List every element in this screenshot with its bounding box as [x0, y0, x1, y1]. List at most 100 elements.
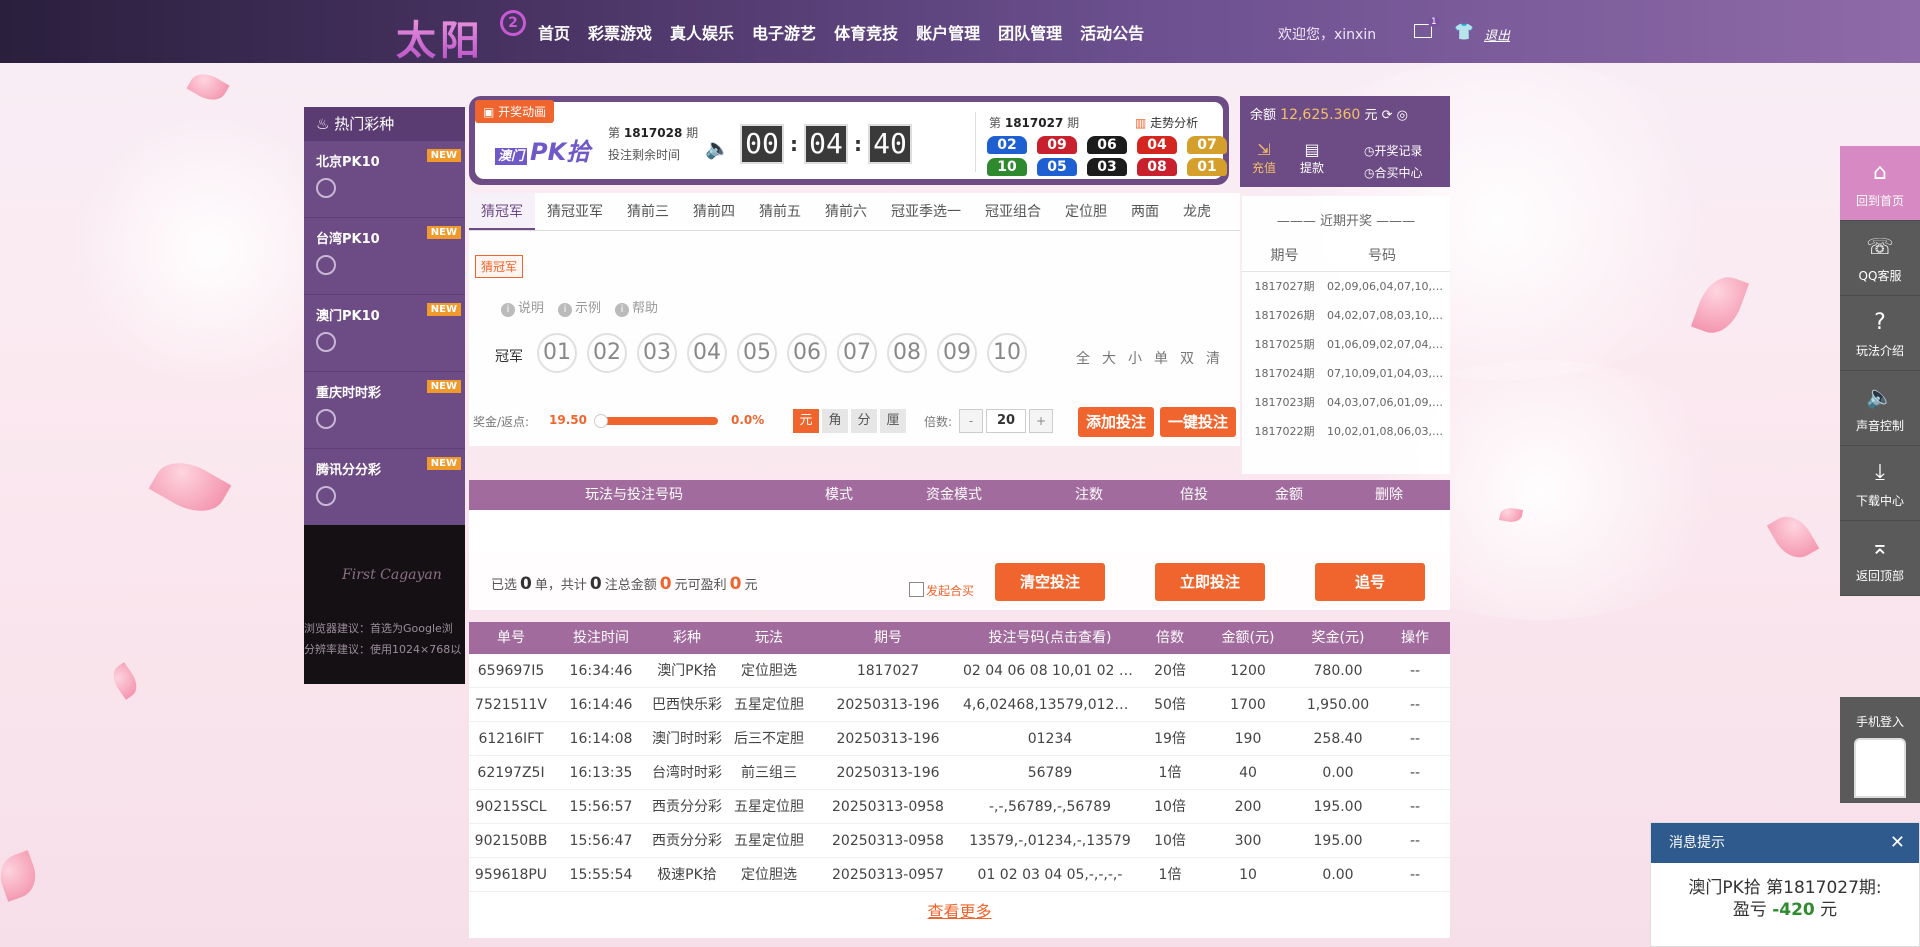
rules-button[interactable]: ? 玩法介绍	[1840, 296, 1920, 371]
tab-guess-top2[interactable]: 猜冠亚军	[535, 193, 615, 230]
multiplier-input[interactable]: 20	[986, 409, 1026, 433]
quick-odd[interactable]: 单	[1154, 348, 1168, 368]
nav-item-slots[interactable]: 电子游艺	[752, 20, 816, 44]
tab-guess-top5[interactable]: 猜前五	[747, 193, 813, 230]
divider	[975, 112, 976, 172]
sidebar-radio[interactable]	[316, 486, 336, 506]
sidebar-radio[interactable]	[316, 255, 336, 275]
nav-item-promotions[interactable]: 活动公告	[1080, 20, 1144, 44]
close-icon[interactable]: ✕	[1890, 823, 1905, 863]
tab-guess-top6[interactable]: 猜前六	[813, 193, 879, 230]
table-row[interactable]: 7521511V 16:14:46 巴西快乐彩 五星定位胆 20250313-196 4,…	[469, 688, 1450, 722]
multiplier-plus[interactable]: +	[1029, 409, 1053, 433]
tab-guess-top3[interactable]: 猜前三	[615, 193, 681, 230]
sidebar-item-beijing-pk10[interactable]: 北京PK10 NEW	[304, 141, 465, 218]
nav-item-live-casino[interactable]: 真人娱乐	[670, 20, 734, 44]
draw-history-link[interactable]: ◷开奖记录	[1364, 140, 1423, 162]
number-ball[interactable]: 04	[687, 333, 727, 373]
rebate-slider[interactable]	[594, 414, 718, 428]
table-row[interactable]: 959618PU 15:55:54 极速PK拾 定位胆选 20250313-0957 01…	[469, 858, 1450, 892]
tab-pick-one[interactable]: 冠亚季选一	[879, 193, 973, 230]
unit-fen[interactable]: 分	[851, 409, 877, 433]
draw-panel: ▣ 开奖动画 澳门 PK拾 第 1817028 期 投注剩余时间 🔈 00 : 0…	[469, 96, 1229, 185]
petal-decoration	[107, 662, 143, 700]
sidebar-item-chongqing-ssc[interactable]: 重庆时时彩 NEW	[304, 372, 465, 449]
table-row[interactable]: 659697I5 16:34:46 澳门PK拾 定位胆选 1817027 02 04 06…	[469, 654, 1450, 688]
help-link[interactable]: 帮助	[615, 297, 658, 317]
promo-banner[interactable]: First Cagayan 浏览器建议：首选为Google浏 分辨率建议：使用1…	[304, 525, 465, 684]
draw-animation-button[interactable]: ▣ 开奖动画	[475, 100, 555, 123]
quick-even[interactable]: 双	[1180, 348, 1194, 368]
sidebar-item-taiwan-pk10[interactable]: 台湾PK10 NEW	[304, 218, 465, 295]
unit-jiao[interactable]: 角	[822, 409, 848, 433]
number-ball[interactable]: 10	[987, 333, 1027, 373]
table-row[interactable]: 90215SCL 15:56:57 西贡分分彩 五星定位胆 20250313-0958-…	[469, 790, 1450, 824]
logout-link[interactable]: 退出	[1484, 25, 1510, 44]
back-home-button[interactable]: ⌂ 回到首页	[1840, 146, 1920, 221]
sidebar-item-tencent-ffc[interactable]: 腾讯分分彩 NEW	[304, 449, 465, 526]
group-buy-link[interactable]: ◷合买中心	[1364, 162, 1423, 184]
number-ball[interactable]: 09	[937, 333, 977, 373]
view-more-link[interactable]: 查看更多	[469, 892, 1450, 938]
number-ball[interactable]: 01	[537, 333, 577, 373]
shirt-icon[interactable]: 👕	[1454, 22, 1474, 41]
back-to-top-button[interactable]: ⌅ 返回顶部	[1840, 521, 1920, 596]
refresh-icon[interactable]: ⟳	[1382, 108, 1393, 123]
tab-guess-champion[interactable]: 猜冠军	[469, 193, 535, 230]
add-bet-button[interactable]: 添加投注	[1078, 407, 1154, 437]
deposit-button[interactable]: ⇲ 充值	[1240, 140, 1288, 176]
example-link[interactable]: 示例	[558, 297, 601, 317]
play-subtag[interactable]: 猜冠军	[475, 255, 524, 278]
quick-small[interactable]: 小	[1128, 348, 1142, 368]
table-row[interactable]: 902150BB 15:56:47 西贡分分彩 五星定位胆 20250313-0958 1…	[469, 824, 1450, 858]
quick-big[interactable]: 大	[1102, 348, 1116, 368]
mobile-login-panel[interactable]: 手机登入	[1840, 697, 1920, 803]
table-row[interactable]: 61216IFT 16:14:08 澳门时时彩 后三不定胆 20250313-196 01…	[469, 722, 1450, 756]
nav-item-home[interactable]: 首页	[538, 20, 570, 44]
quick-clear[interactable]: 清	[1206, 348, 1220, 368]
number-ball[interactable]: 07	[837, 333, 877, 373]
hide-eye-icon[interactable]: ◎	[1397, 108, 1408, 123]
explain-link[interactable]: 说明	[501, 297, 544, 317]
site-logo[interactable]: 太阳	[396, 8, 484, 66]
number-ball[interactable]: 08	[887, 333, 927, 373]
number-ball[interactable]: 02	[587, 333, 627, 373]
number-ball[interactable]: 06	[787, 333, 827, 373]
sidebar-radio[interactable]	[316, 409, 336, 429]
nav-item-lottery[interactable]: 彩票游戏	[588, 20, 652, 44]
tab-position[interactable]: 定位胆	[1053, 193, 1119, 230]
game-logo: 澳门 PK拾	[495, 132, 590, 167]
multiplier-minus[interactable]: -	[959, 409, 983, 433]
qq-service-button[interactable]: ☏ QQ客服	[1840, 221, 1920, 296]
arrow-up-icon: ⌅	[1870, 535, 1890, 560]
table-row[interactable]: 62197Z5I 16:13:35 台湾时时彩 前三组三 20250313-196 567…	[469, 756, 1450, 790]
trend-analysis-link[interactable]: ▥ 走势分析	[1135, 114, 1198, 131]
sound-control-button[interactable]: 🔈 声音控制	[1840, 371, 1920, 446]
number-ball[interactable]: 03	[637, 333, 677, 373]
result-ball: 07	[1187, 136, 1227, 154]
tab-combination[interactable]: 冠亚组合	[973, 193, 1053, 230]
withdraw-button[interactable]: ▤ 提款	[1288, 140, 1336, 176]
nav-item-sports[interactable]: 体育竞技	[834, 20, 898, 44]
nav-item-account[interactable]: 账户管理	[916, 20, 980, 44]
unit-yuan[interactable]: 元	[793, 409, 819, 433]
unit-li[interactable]: 厘	[880, 409, 906, 433]
clear-bets-button[interactable]: 清空投注	[995, 563, 1105, 601]
tab-guess-top4[interactable]: 猜前四	[681, 193, 747, 230]
speaker-icon[interactable]: 🔈	[705, 136, 730, 160]
number-ball[interactable]: 05	[737, 333, 777, 373]
recent-draw-row: 1817025期01,06,09,02,07,04,10,03,05,08	[1254, 338, 1446, 351]
nav-item-team[interactable]: 团队管理	[998, 20, 1062, 44]
sidebar-item-macau-pk10[interactable]: 澳门PK10 NEW	[304, 295, 465, 372]
message-popup: 消息提示 ✕ 澳门PK拾 第1817027期: 盈亏 -420 元	[1650, 822, 1920, 947]
tab-dragon-tiger[interactable]: 龙虎	[1171, 193, 1223, 230]
group-buy-checkbox[interactable]: 发起合买	[909, 582, 974, 599]
download-center-button[interactable]: ⤓ 下载中心	[1840, 446, 1920, 521]
quick-all[interactable]: 全	[1076, 348, 1090, 368]
sidebar-radio[interactable]	[316, 178, 336, 198]
submit-bets-button[interactable]: 立即投注	[1155, 563, 1265, 601]
one-click-bet-button[interactable]: 一键投注	[1160, 407, 1236, 437]
sidebar-radio[interactable]	[316, 332, 336, 352]
chase-number-button[interactable]: 追号	[1315, 563, 1425, 601]
tab-two-sides[interactable]: 两面	[1119, 193, 1171, 230]
